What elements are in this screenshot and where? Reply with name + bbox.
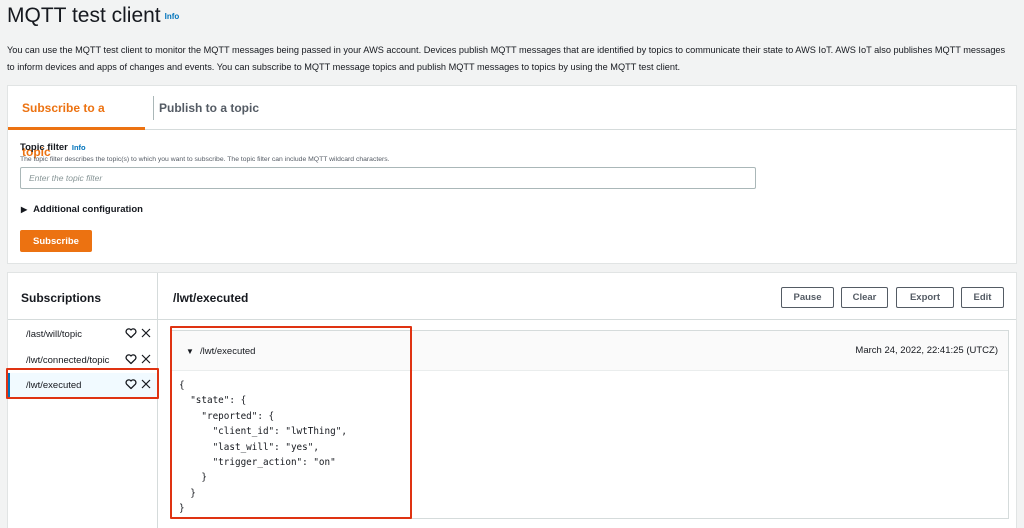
message-topic: /lwt/executed <box>200 346 256 357</box>
subscription-item[interactable]: /last/will/topic <box>8 322 158 348</box>
subscription-item[interactable]: /lwt/connected/topic <box>8 348 158 374</box>
subscriptions-title: Subscriptions <box>21 291 102 305</box>
title-info-link[interactable]: Info <box>165 12 180 21</box>
tab-bar: Subscribe to a topic Publish to a topic <box>8 86 1016 159</box>
message-card: ▼ /lwt/executed March 24, 2022, 22:41:25… <box>171 330 1009 519</box>
caret-right-icon: ▶ <box>21 205 28 214</box>
tab-divider <box>153 96 154 120</box>
topic-filter-label-text: Topic filter <box>20 142 68 153</box>
message-topic-title: /lwt/executed <box>173 291 249 305</box>
caret-down-icon[interactable]: ▼ <box>186 347 194 356</box>
page-description: You can use the MQTT test client to moni… <box>7 45 1006 72</box>
close-icon[interactable] <box>140 327 152 339</box>
topic-filter-description: The topic filter describes the topic(s) … <box>20 156 390 163</box>
subscriptions-header: Subscriptions <box>8 273 158 320</box>
topic-filter-input[interactable] <box>20 167 756 189</box>
message-card-header[interactable]: ▼ /lwt/executed March 24, 2022, 22:41:25… <box>172 331 1008 371</box>
message-timestamp: March 24, 2022, 22:41:25 (UTCZ) <box>855 345 998 356</box>
subscriptions-panel: Subscriptions /last/will/topic /lwt/conn… <box>7 272 1017 528</box>
topic-filter-info-link[interactable]: Info <box>72 143 86 152</box>
subscription-topic: /last/will/topic <box>26 329 82 340</box>
heart-icon[interactable] <box>125 378 137 390</box>
close-icon[interactable] <box>140 353 152 365</box>
export-button[interactable]: Export <box>896 287 954 308</box>
subscribe-publish-panel: Subscribe to a topic Publish to a topic … <box>7 85 1017 264</box>
clear-button[interactable]: Clear <box>841 287 888 308</box>
divider <box>158 319 1016 320</box>
additional-configuration-label: Additional configuration <box>33 204 143 215</box>
subscribe-button[interactable]: Subscribe <box>20 230 92 252</box>
edit-button[interactable]: Edit <box>961 287 1004 308</box>
page-title-text: MQTT test client <box>7 4 161 27</box>
close-icon[interactable] <box>140 378 152 390</box>
tab-subscribe[interactable]: Subscribe to a topic <box>8 86 145 159</box>
subscription-topic: /lwt/executed <box>26 380 82 391</box>
tab-publish[interactable]: Publish to a topic <box>159 86 259 130</box>
subscriptions-list: /last/will/topic /lwt/connected/topic /l… <box>8 320 158 528</box>
subscription-topic: /lwt/connected/topic <box>26 355 110 366</box>
pause-button[interactable]: Pause <box>781 287 834 308</box>
heart-icon[interactable] <box>125 353 137 365</box>
heart-icon[interactable] <box>125 327 137 339</box>
message-payload: { "state": { "reported": { "client_id": … <box>179 380 347 515</box>
topic-filter-label: Topic filter Info <box>20 142 86 153</box>
subscription-item-selected[interactable]: /lwt/executed <box>8 373 158 399</box>
page-title: MQTT test client Info <box>7 4 179 28</box>
additional-configuration-toggle[interactable]: ▶ Additional configuration <box>21 204 143 215</box>
